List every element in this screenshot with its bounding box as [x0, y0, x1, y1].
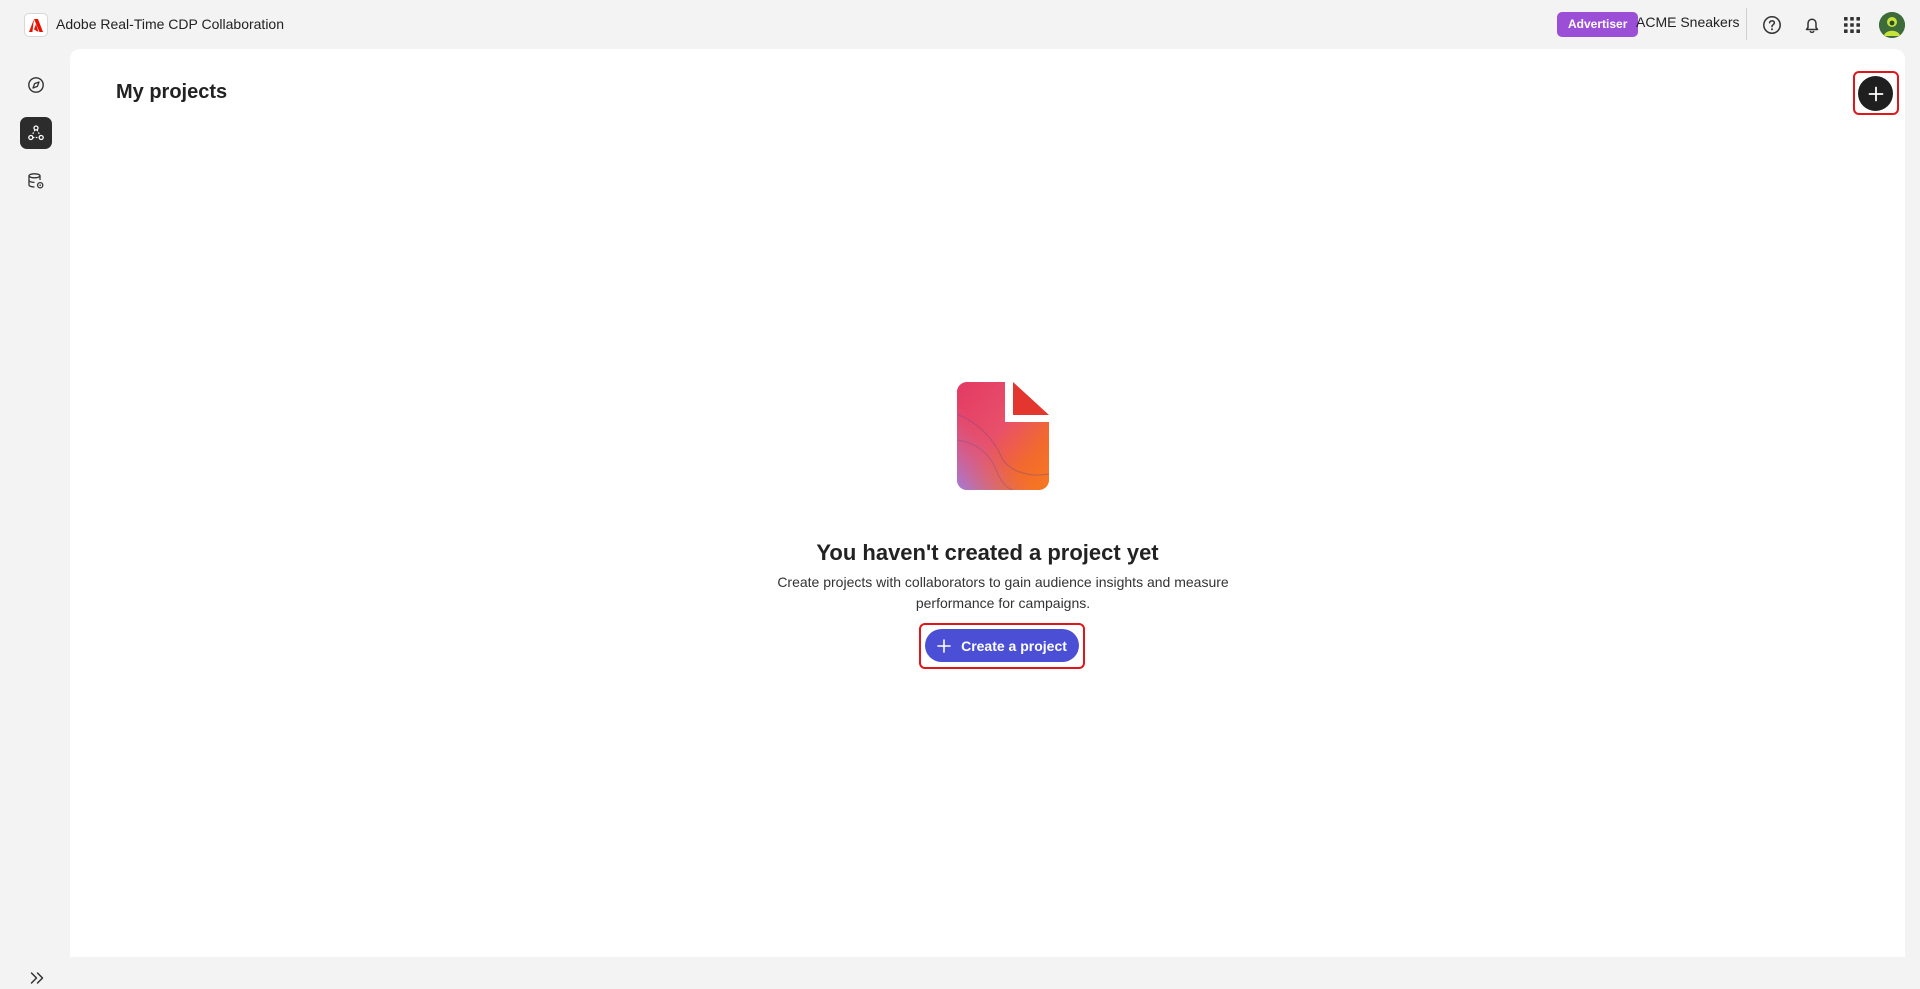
plus-icon — [1868, 86, 1883, 101]
main-panel: My projects You haven't created a projec… — [70, 49, 1905, 957]
divider — [1746, 8, 1747, 40]
chevron-double-right-icon[interactable] — [26, 967, 48, 989]
app-grid-icon[interactable] — [1839, 12, 1865, 38]
create-project-label: Create a project — [961, 637, 1067, 654]
role-badge: Advertiser — [1557, 12, 1639, 37]
top-bar: Adobe Real-Time CDP Collaboration Advert… — [0, 0, 1920, 49]
org-switcher[interactable]: ACME Sneakers — [1636, 14, 1739, 30]
sidebar-item-discover[interactable] — [20, 69, 52, 101]
data-settings-icon — [28, 173, 44, 189]
document-illustration-icon — [956, 382, 1050, 491]
left-rail — [0, 49, 70, 984]
discover-icon — [28, 77, 44, 93]
page-title: My projects — [116, 81, 228, 103]
plus-icon — [937, 638, 951, 653]
app-title[interactable]: Adobe Real-Time CDP Collaboration — [56, 16, 284, 32]
create-project-button[interactable]: Create a project — [925, 629, 1079, 662]
empty-state-heading: You haven't created a project yet — [816, 540, 1159, 565]
sidebar-item-projects[interactable] — [20, 117, 52, 149]
empty-state-description: Create projects with collaborators to ga… — [777, 574, 1229, 611]
adobe-logo-icon[interactable] — [24, 13, 48, 37]
projects-icon — [28, 125, 44, 141]
sidebar-item-data-settings[interactable] — [20, 165, 52, 197]
add-project-button[interactable] — [1858, 76, 1893, 111]
avatar[interactable] — [1879, 12, 1905, 38]
bell-icon[interactable] — [1799, 12, 1825, 38]
help-icon[interactable] — [1759, 12, 1785, 38]
